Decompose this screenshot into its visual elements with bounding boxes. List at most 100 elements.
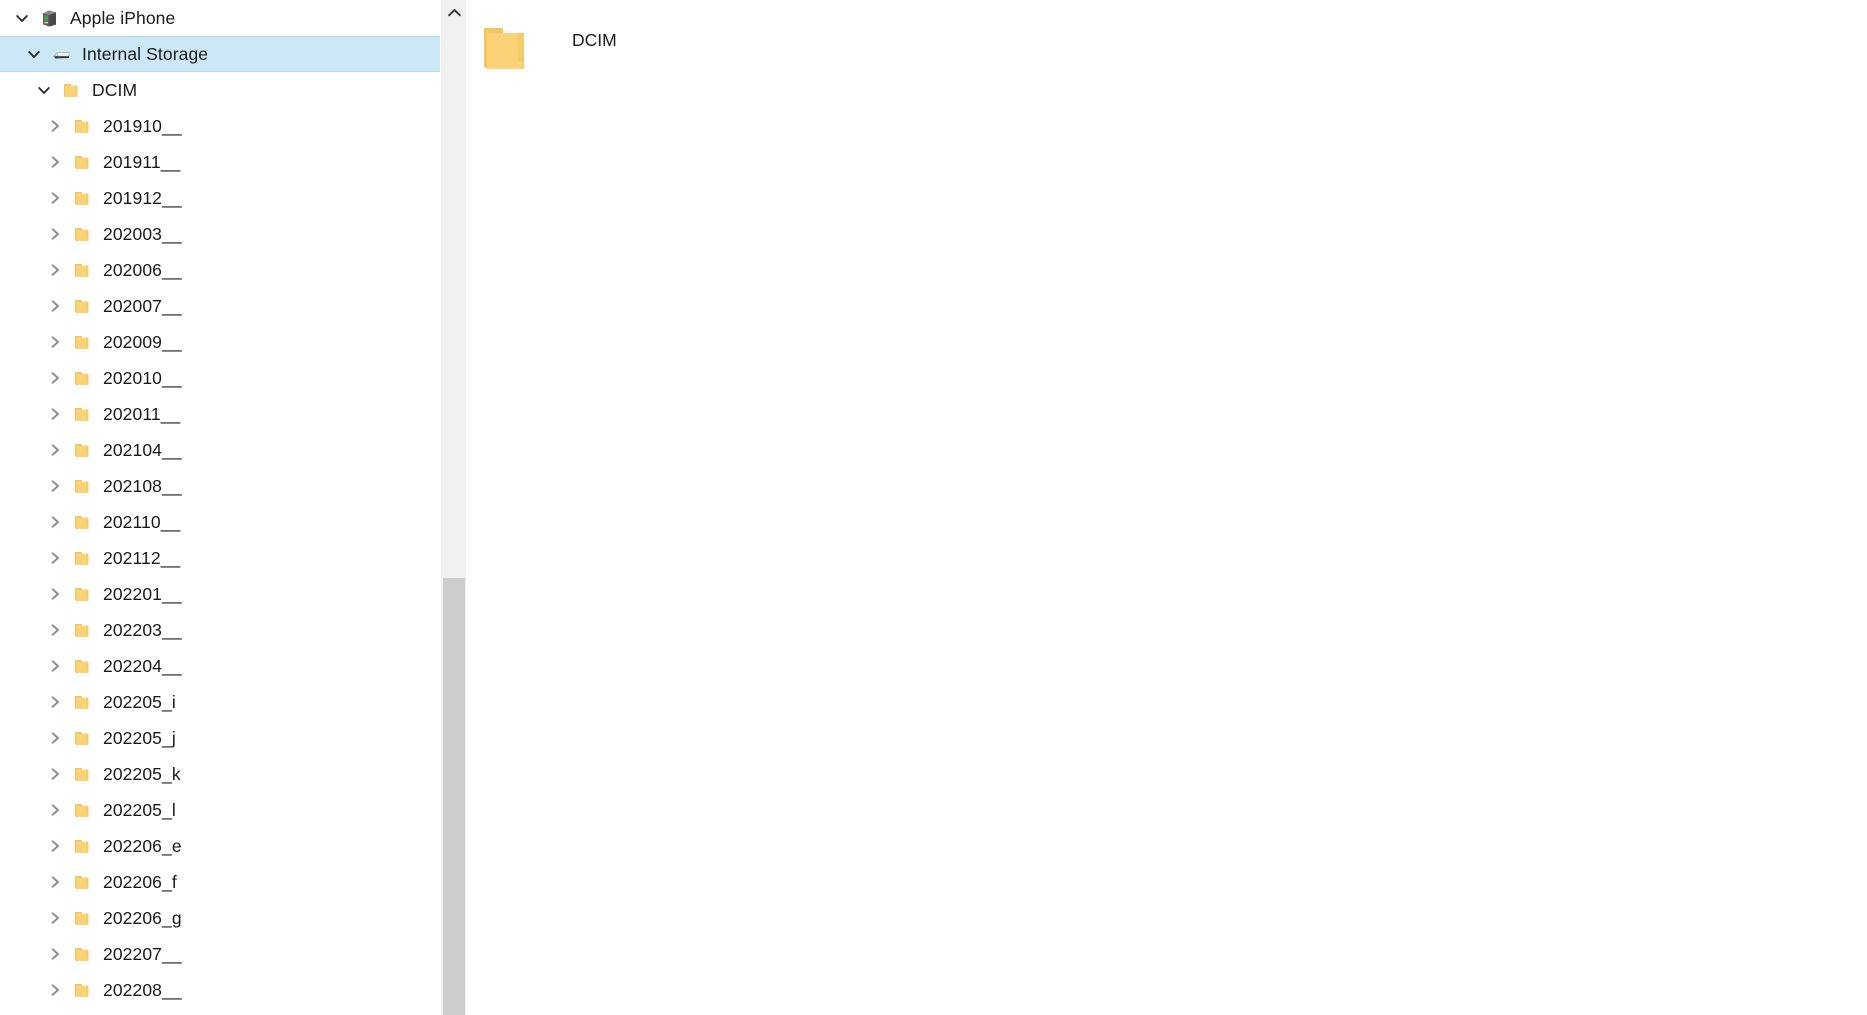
tree-item-202006[interactable]: 202006__ — [0, 252, 440, 288]
chevron-right-icon[interactable] — [41, 900, 69, 936]
navigation-pane: Apple iPhone Internal Storage DCIM 201910__… — [0, 0, 467, 1015]
tree-item-internal-storage[interactable]: Internal Storage — [0, 36, 440, 72]
chevron-down-icon[interactable] — [20, 36, 48, 72]
folder-icon — [69, 792, 95, 828]
folder-icon — [69, 324, 95, 360]
tree-item-202204[interactable]: 202204__ — [0, 648, 440, 684]
folder-icon — [69, 756, 95, 792]
tree-item-label: 202208__ — [103, 980, 182, 1000]
tree-item-label: 202011__ — [103, 404, 181, 424]
tree-item-label: 202007__ — [103, 296, 182, 316]
list-item[interactable]: DCIM — [466, 8, 617, 92]
tree-item-label: 202205_j — [103, 728, 176, 748]
folder-icon — [69, 864, 95, 900]
chevron-down-icon[interactable] — [30, 72, 58, 108]
chevron-right-icon[interactable] — [41, 576, 69, 612]
tree-item-202007[interactable]: 202007__ — [0, 288, 440, 324]
tree-item-202108[interactable]: 202108__ — [0, 468, 440, 504]
folder-icon — [69, 648, 95, 684]
chevron-right-icon[interactable] — [41, 288, 69, 324]
tree-item-201911[interactable]: 201911__ — [0, 144, 440, 180]
scrollbar-thumb[interactable] — [443, 578, 465, 1015]
tree-item-label: 202207__ — [103, 944, 182, 964]
folder-icon — [69, 612, 95, 648]
chevron-right-icon[interactable] — [41, 216, 69, 252]
tree-item-202206-e[interactable]: 202206_e — [0, 828, 440, 864]
tree-item-label: 202206_g — [103, 908, 182, 928]
folder-icon — [69, 252, 95, 288]
folder-icon — [69, 180, 95, 216]
tree-item-label: 202206_e — [103, 836, 182, 856]
folder-icon — [69, 972, 95, 1008]
chevron-right-icon[interactable] — [41, 756, 69, 792]
tree-item-label: 202009__ — [103, 332, 182, 352]
folder-icon — [69, 576, 95, 612]
tree-item-202201[interactable]: 202201__ — [0, 576, 440, 612]
tree-item-201910[interactable]: 201910__ — [0, 108, 440, 144]
tree-item-202205-i[interactable]: 202205_i — [0, 684, 440, 720]
tree-item-202205-k[interactable]: 202205_k — [0, 756, 440, 792]
folder-icon — [69, 720, 95, 756]
tree-item-202010[interactable]: 202010__ — [0, 360, 440, 396]
tree-item-202205-l[interactable]: 202205_l — [0, 792, 440, 828]
chevron-up-icon — [447, 4, 461, 22]
scroll-up-button[interactable] — [441, 0, 467, 26]
content-pane[interactable]: DCIM — [466, 0, 1867, 1015]
folder-icon — [69, 900, 95, 936]
tree-item-202206-g[interactable]: 202206_g — [0, 900, 440, 936]
tree-item-label: 202104__ — [103, 440, 182, 460]
drive-icon — [48, 36, 74, 72]
tree-item-202003[interactable]: 202003__ — [0, 216, 440, 252]
chevron-right-icon[interactable] — [41, 540, 69, 576]
chevron-right-icon[interactable] — [41, 360, 69, 396]
tree-item-label: DCIM — [92, 80, 138, 100]
tree-item-label: 202010__ — [103, 368, 182, 388]
tree-item-202104[interactable]: 202104__ — [0, 432, 440, 468]
tree-item-202110[interactable]: 202110__ — [0, 504, 440, 540]
tree-item-apple-iphone[interactable]: Apple iPhone — [0, 0, 440, 36]
folder-icon — [69, 504, 95, 540]
folder-icon — [69, 828, 95, 864]
folder-icon — [69, 432, 95, 468]
tree-item-202205-j[interactable]: 202205_j — [0, 720, 440, 756]
navigation-tree[interactable]: Apple iPhone Internal Storage DCIM 201910__… — [0, 0, 440, 1015]
vertical-scrollbar[interactable] — [440, 0, 467, 1015]
tree-item-label: 202201__ — [103, 584, 182, 604]
tree-item-202208[interactable]: 202208__ — [0, 972, 440, 1008]
tree-item-202011[interactable]: 202011__ — [0, 396, 440, 432]
chevron-right-icon[interactable] — [41, 504, 69, 540]
chevron-right-icon[interactable] — [41, 108, 69, 144]
tree-item-label: 202205_l — [103, 800, 176, 820]
tree-item-dcim[interactable]: DCIM — [0, 72, 440, 108]
tree-item-202112[interactable]: 202112__ — [0, 540, 440, 576]
chevron-right-icon[interactable] — [41, 936, 69, 972]
tree-item-202203[interactable]: 202203__ — [0, 612, 440, 648]
chevron-right-icon[interactable] — [41, 792, 69, 828]
chevron-down-icon[interactable] — [8, 0, 36, 36]
chevron-right-icon[interactable] — [41, 180, 69, 216]
tree-item-label: Internal Storage — [82, 44, 209, 64]
chevron-right-icon[interactable] — [41, 684, 69, 720]
chevron-right-icon[interactable] — [41, 720, 69, 756]
chevron-right-icon[interactable] — [41, 324, 69, 360]
tree-item-202206-f[interactable]: 202206_f — [0, 864, 440, 900]
chevron-right-icon[interactable] — [41, 468, 69, 504]
tree-item-label: 202205_k — [103, 764, 181, 784]
chevron-right-icon[interactable] — [41, 612, 69, 648]
chevron-right-icon[interactable] — [41, 396, 69, 432]
chevron-right-icon[interactable] — [41, 972, 69, 1008]
scrollbar-track[interactable] — [441, 26, 467, 1015]
tree-item-202009[interactable]: 202009__ — [0, 324, 440, 360]
chevron-right-icon[interactable] — [41, 828, 69, 864]
chevron-right-icon[interactable] — [41, 648, 69, 684]
chevron-right-icon[interactable] — [41, 252, 69, 288]
chevron-right-icon[interactable] — [41, 144, 69, 180]
tree-item-label: 202003__ — [103, 224, 182, 244]
tree-item-201912[interactable]: 201912__ — [0, 180, 440, 216]
tree-item-label: 202205_i — [103, 692, 176, 712]
chevron-right-icon[interactable] — [41, 432, 69, 468]
folder-icon — [69, 144, 95, 180]
folder-icon — [69, 936, 95, 972]
tree-item-202207[interactable]: 202207__ — [0, 936, 440, 972]
chevron-right-icon[interactable] — [41, 864, 69, 900]
